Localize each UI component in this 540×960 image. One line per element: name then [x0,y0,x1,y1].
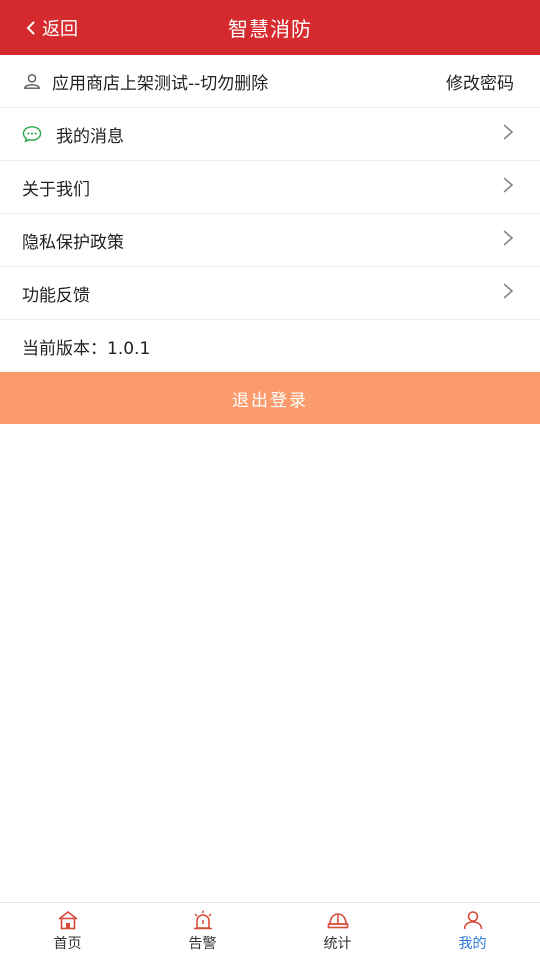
page-title: 智慧消防 [228,17,312,41]
bottom-tab-bar: 首页 告警 统计 我的 [0,902,540,960]
header-bar: 返回 智慧消防 [0,0,540,55]
change-password-link[interactable]: 修改密码 [446,69,514,94]
app-screen: 返回 智慧消防 应用商店上架测试--切勿删除 修改密码 我的消息 关于我们 隐私… [0,0,540,960]
messages-label: 我的消息 [56,126,124,147]
chevron-right-icon [502,229,514,252]
tab-mine-label: 我的 [458,936,487,952]
account-row: 应用商店上架测试--切勿删除 修改密码 [0,55,540,108]
privacy-label: 隐私保护政策 [22,232,124,253]
chevron-left-icon [26,20,35,35]
helmet-icon [327,913,348,929]
back-button[interactable]: 返回 [24,0,78,55]
chat-bubble-icon [22,124,42,144]
chevron-right-icon [502,123,514,146]
feedback-label: 功能反馈 [22,285,90,306]
chevron-right-icon [502,282,514,305]
home-icon [58,910,77,930]
tab-home-label: 首页 [53,936,82,952]
menu-item-about[interactable]: 关于我们 [0,161,540,214]
alarm-icon [193,910,212,930]
tab-alarm[interactable]: 告警 [135,903,270,960]
tab-statistics[interactable]: 统计 [270,903,405,960]
back-label: 返回 [42,18,78,40]
menu-item-messages[interactable]: 我的消息 [0,108,540,161]
account-username: 应用商店上架测试--切勿删除 [52,73,269,94]
logout-button[interactable]: 退出登录 [0,372,540,424]
menu-item-feedback[interactable]: 功能反馈 [0,267,540,320]
menu-item-privacy[interactable]: 隐私保护政策 [0,214,540,267]
version-label: 当前版本：1.0.1 [22,339,151,359]
tab-statistics-label: 统计 [323,936,352,952]
chevron-right-icon [502,176,514,199]
tab-home[interactable]: 首页 [0,903,135,960]
tab-mine[interactable]: 我的 [405,903,540,960]
user-icon [463,911,482,930]
user-outline-icon [22,71,42,91]
tab-alarm-label: 告警 [188,936,217,952]
about-label: 关于我们 [22,179,90,200]
version-row: 当前版本：1.0.1 [0,320,540,373]
